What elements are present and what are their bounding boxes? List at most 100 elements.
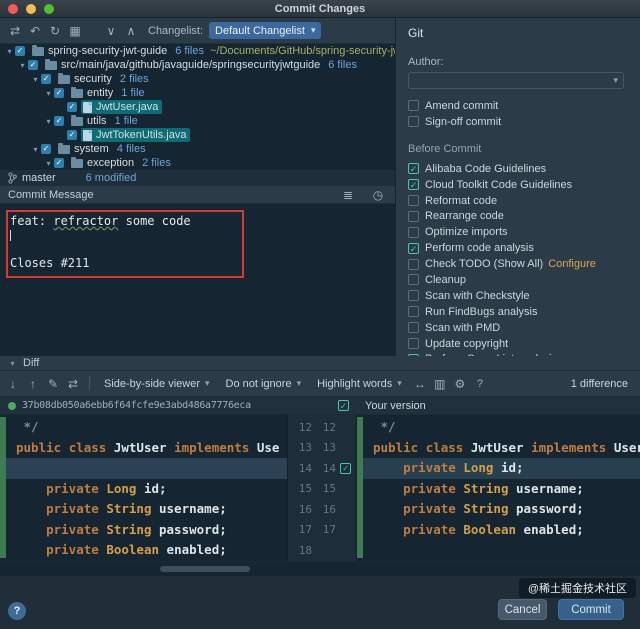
toolbar-divider bbox=[89, 376, 90, 391]
tree-item-label: JwtTokenUtils.java bbox=[96, 129, 186, 141]
code-line: private Long id; bbox=[357, 458, 640, 479]
option-checkbox[interactable] bbox=[408, 338, 419, 349]
file-checkbox[interactable] bbox=[54, 88, 64, 98]
rollback-icon[interactable]: ↶ bbox=[26, 22, 44, 40]
collapse-unchanged-icon[interactable]: ↔ bbox=[411, 375, 429, 393]
compare-icon[interactable]: ⇄ bbox=[64, 375, 82, 393]
chevron-down-icon[interactable]: ▾ bbox=[30, 145, 41, 154]
option-checkbox[interactable] bbox=[408, 179, 419, 190]
chevron-down-icon[interactable]: ▾ bbox=[43, 159, 54, 168]
help-icon[interactable]: ? bbox=[477, 378, 483, 390]
next-difference-icon[interactable]: ↓ bbox=[4, 375, 22, 393]
tree-row[interactable]: JwtTokenUtils.java bbox=[0, 128, 395, 142]
expand-all-icon[interactable]: ∨ bbox=[102, 22, 120, 40]
modified-count-link[interactable]: 6 modified bbox=[86, 172, 137, 184]
option-checkbox[interactable] bbox=[408, 100, 419, 111]
diff-section-header[interactable]: ▾ Diff bbox=[0, 356, 640, 371]
chevron-down-icon[interactable]: ▾ bbox=[17, 61, 28, 70]
configure-link[interactable]: Configure bbox=[548, 258, 596, 270]
sync-columns-icon[interactable]: ▥ bbox=[431, 375, 449, 393]
previous-difference-icon[interactable]: ↑ bbox=[24, 375, 42, 393]
code-line: */ bbox=[0, 417, 287, 438]
diff-left-pane[interactable]: */public class JwtUser implements Use pr… bbox=[0, 415, 287, 561]
viewer-mode-dropdown[interactable]: Side-by-side viewer bbox=[97, 376, 217, 392]
git-options-panel: Git Author: Amend commitSign-off commit … bbox=[396, 18, 640, 356]
file-checkbox[interactable] bbox=[28, 60, 38, 70]
option-checkbox[interactable] bbox=[408, 116, 419, 127]
file-checkbox[interactable] bbox=[67, 102, 77, 112]
file-checkbox[interactable] bbox=[54, 116, 64, 126]
tree-entry: exception bbox=[68, 156, 137, 170]
cancel-button[interactable]: Cancel bbox=[498, 599, 547, 620]
include-change-checkbox[interactable] bbox=[338, 400, 349, 411]
revision-status-dot bbox=[8, 402, 16, 410]
diff-right-pane[interactable]: */public class JwtUser implements UserD … bbox=[357, 415, 640, 561]
option-checkbox[interactable] bbox=[408, 195, 419, 206]
minimize-button[interactable] bbox=[26, 4, 36, 14]
refresh-icon[interactable]: ↻ bbox=[46, 22, 64, 40]
folder-icon bbox=[45, 61, 57, 70]
tree-item-label: entity bbox=[87, 87, 113, 99]
edit-source-icon[interactable]: ✎ bbox=[44, 375, 62, 393]
chevron-down-icon[interactable]: ▾ bbox=[4, 47, 15, 56]
file-count: 6 files bbox=[175, 45, 204, 57]
whitespace-dropdown[interactable]: Do not ignore bbox=[219, 376, 309, 392]
horizontal-scrollbar[interactable] bbox=[0, 561, 640, 576]
checkbox-row: Cleanup bbox=[408, 272, 632, 288]
settings-icon[interactable]: ⚙ bbox=[451, 375, 469, 393]
option-checkbox[interactable] bbox=[408, 259, 419, 270]
code-line: private Long id; bbox=[0, 479, 287, 500]
tree-row[interactable]: ▾security2 files bbox=[0, 72, 395, 86]
scrollbar-thumb[interactable] bbox=[160, 566, 250, 572]
file-checkbox[interactable] bbox=[54, 158, 64, 168]
option-checkbox[interactable] bbox=[408, 163, 419, 174]
option-checkbox[interactable] bbox=[408, 274, 419, 285]
option-label: Alibaba Code Guidelines bbox=[425, 163, 546, 175]
chevron-down-icon[interactable]: ▾ bbox=[43, 117, 54, 126]
file-checkbox[interactable] bbox=[67, 130, 77, 140]
chevron-down-icon[interactable]: ▾ bbox=[30, 75, 41, 84]
option-checkbox[interactable] bbox=[408, 227, 419, 238]
checkbox-row: Scan with PMD bbox=[408, 320, 632, 336]
viewer-mode-value: Side-by-side viewer bbox=[104, 378, 200, 390]
tree-row[interactable]: ▾spring-security-jwt-guide6 files~/Docum… bbox=[0, 44, 395, 58]
gutter-row: 1212 bbox=[288, 417, 356, 438]
file-checkbox[interactable] bbox=[15, 46, 25, 56]
recent-messages-icon[interactable]: ◷ bbox=[369, 186, 387, 204]
author-combobox[interactable] bbox=[408, 72, 624, 89]
whitespace-value: Do not ignore bbox=[226, 378, 292, 390]
file-checkbox[interactable] bbox=[41, 74, 51, 84]
file-checkbox[interactable] bbox=[41, 144, 51, 154]
commit-message-editor[interactable]: feat: refractor some code Closes #211 bbox=[0, 204, 395, 356]
close-button[interactable] bbox=[8, 4, 18, 14]
option-checkbox[interactable] bbox=[408, 322, 419, 333]
checkbox-row: Perform code analysis bbox=[408, 240, 632, 256]
file-count: 1 file bbox=[121, 87, 144, 99]
dialog-footer: @稀土掘金技术社区 ? Cancel Commit bbox=[0, 576, 640, 629]
highlight-mode-dropdown[interactable]: Highlight words bbox=[310, 376, 409, 392]
option-checkbox[interactable] bbox=[408, 211, 419, 222]
tree-row[interactable]: ▾exception2 files bbox=[0, 156, 395, 170]
branch-name[interactable]: master bbox=[22, 172, 56, 184]
group-by-icon[interactable]: ▦ bbox=[66, 22, 84, 40]
tree-row[interactable]: ▾system4 files bbox=[0, 142, 395, 156]
show-diff-icon[interactable]: ⇄ bbox=[6, 22, 24, 40]
tree-row[interactable]: ▾utils1 file bbox=[0, 114, 395, 128]
right-line-number: 12 bbox=[312, 421, 336, 434]
tree-row[interactable]: JwtUser.java bbox=[0, 100, 395, 114]
option-checkbox[interactable] bbox=[408, 243, 419, 254]
collapse-all-icon[interactable]: ∧ bbox=[122, 22, 140, 40]
option-checkbox[interactable] bbox=[408, 306, 419, 317]
option-checkbox[interactable] bbox=[408, 290, 419, 301]
commit-button[interactable]: Commit bbox=[558, 599, 624, 620]
folder-icon bbox=[58, 145, 70, 154]
help-button[interactable]: ? bbox=[8, 602, 26, 620]
commit-history-icon[interactable]: ≣ bbox=[339, 186, 357, 204]
tree-row[interactable]: ▾ src/main/java/github/javaguide/springse… bbox=[0, 58, 395, 72]
changelist-dropdown[interactable]: Default Changelist bbox=[209, 22, 321, 39]
zoom-button[interactable] bbox=[44, 4, 54, 14]
tree-item-label: src/main/java/github/javaguide/springsec… bbox=[61, 59, 320, 71]
tree-row[interactable]: ▾ entity 1 file bbox=[0, 86, 395, 100]
chevron-down-icon[interactable]: ▾ bbox=[43, 89, 54, 98]
include-line-checkbox[interactable] bbox=[340, 463, 351, 474]
